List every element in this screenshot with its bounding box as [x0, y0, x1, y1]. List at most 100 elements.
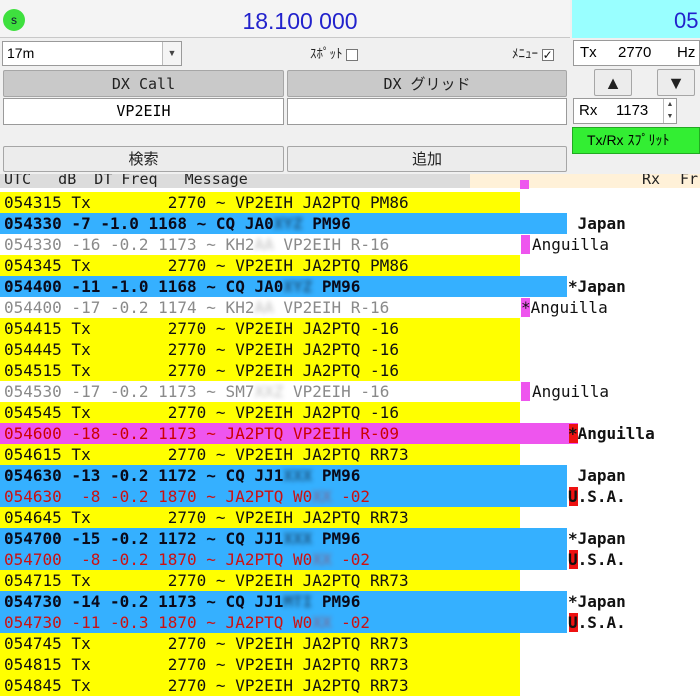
decode-row[interactable]: 054730 -14 -0.2 1173 ~ CQ JJ1MTI PM96	[0, 591, 567, 612]
add-button-label: 追加	[411, 151, 442, 168]
dx-grid-button-label: DX グリッド	[383, 75, 471, 93]
decode-row[interactable]: 054700 -15 -0.2 1172 ~ CQ JJ1XXX PM96	[0, 528, 567, 549]
tx-message-row[interactable]: 054545 Tx 2770 ~ VP2EIH JA2PTQ -16	[0, 402, 520, 423]
tx-label: Tx	[580, 44, 597, 61]
redacted-callsign: MTI	[283, 592, 313, 611]
country-marker	[521, 235, 530, 254]
spin-up-icon[interactable]: ▲	[664, 99, 676, 111]
row-text: 054400 -17 -0.2 1174 ~ KH2	[4, 298, 255, 317]
row-text: 054700 -15 -0.2 1172 ~ CQ JJ1	[4, 529, 284, 548]
decode-row[interactable]: 054400 -11 -1.0 1168 ~ CQ JA0XYZ PM96	[0, 276, 567, 297]
country-label: Anguilla	[532, 235, 610, 254]
search-button[interactable]: 検索	[3, 146, 284, 172]
tx-message-row[interactable]: 054345 Tx 2770 ~ VP2EIH JA2PTQ PM86	[0, 255, 520, 276]
menu-label: ﾒﾆｭｰ	[512, 46, 538, 61]
redacted-callsign: XYZ	[283, 277, 313, 296]
country-label: Japan	[568, 214, 626, 233]
tx-message-row[interactable]: 054715 Tx 2770 ~ VP2EIH JA2PTQ RR73	[0, 570, 520, 591]
down-button[interactable]: ▼	[657, 69, 695, 96]
row-text-suffix: VP2EIH R-16	[273, 298, 390, 317]
spot-checkbox[interactable]	[346, 48, 359, 61]
row-text: 054345 Tx 2770 ~ VP2EIH JA2PTQ PM86	[4, 256, 409, 275]
dx-call-input[interactable]: VP2EIH	[3, 98, 284, 125]
tx-message-row[interactable]: 054645 Tx 2770 ~ VP2EIH JA2PTQ RR73	[0, 507, 520, 528]
tx-message-row[interactable]: 054315 Tx 2770 ~ VP2EIH JA2PTQ PM86	[0, 192, 520, 213]
country-label: *Anguilla	[568, 424, 655, 443]
row-text: 054515 Tx 2770 ~ VP2EIH JA2PTQ -16	[4, 361, 399, 380]
rx-frequency-spinner[interactable]: Rx 1173 ▲ ▼	[573, 98, 677, 124]
rx-label: Rx	[579, 102, 598, 119]
tx-message-row[interactable]: 054615 Tx 2770 ~ VP2EIH JA2PTQ RR73	[0, 444, 520, 465]
column-fr-header: Fr	[680, 174, 699, 188]
decode-row[interactable]: 054630 -8 -0.2 1870 ~ JA2PTQ W0XX -02	[0, 486, 567, 507]
tx-value: 2770	[618, 44, 652, 61]
decode-row[interactable]: 054730 -11 -0.3 1870 ~ JA2PTQ W0XX -02	[0, 612, 567, 633]
decode-row[interactable]: 054530 -17 -0.2 1173 ~ SM7XXZ VP2EIH -16	[0, 381, 520, 402]
redacted-callsign: AA	[254, 235, 274, 254]
row-text: 054615 Tx 2770 ~ VP2EIH JA2PTQ RR73	[4, 445, 409, 464]
country-label: Anguilla	[532, 382, 610, 401]
decode-row[interactable]: 054700 -8 -0.2 1870 ~ JA2PTQ W0XX -02	[0, 549, 567, 570]
menu-checkbox[interactable]	[541, 46, 554, 64]
row-text: 054730 -11 -0.3 1870 ~ JA2PTQ W0	[4, 613, 313, 632]
decode-row[interactable]: 054600 -18 -0.2 1173 ~ JA2PTQ VP2EIH R-0…	[0, 423, 578, 444]
decode-row[interactable]: 054330 -16 -0.2 1173 ~ KH2AA VP2EIH R-16	[0, 234, 520, 255]
row-text: 054630 -13 -0.2 1172 ~ CQ JJ1	[4, 466, 284, 485]
tx-message-row[interactable]: 054845 Tx 2770 ~ VP2EIH JA2PTQ RR73	[0, 675, 520, 696]
tx-message-row[interactable]: 054445 Tx 2770 ~ VP2EIH JA2PTQ -16	[0, 339, 520, 360]
add-button[interactable]: 追加	[287, 146, 567, 172]
country-label: U.S.A.	[568, 613, 626, 632]
row-text: 054545 Tx 2770 ~ VP2EIH JA2PTQ -16	[4, 403, 399, 422]
redacted-callsign: XX	[312, 613, 332, 632]
dx-grid-button[interactable]: DX グリッド	[287, 70, 567, 97]
column-header-right: Rx Fr	[470, 174, 700, 188]
dx-call-button-label: DX Call	[111, 75, 176, 93]
band-select[interactable]: 17m ▼	[2, 41, 182, 66]
dial-frequency[interactable]: 18.100 000	[200, 6, 400, 36]
redacted-callsign: XYZ	[273, 214, 303, 233]
column-rx-header: Rx	[642, 174, 661, 188]
chevron-down-icon: ▼	[167, 48, 177, 58]
decode-row[interactable]: 054630 -13 -0.2 1172 ~ CQ JJ1XXX PM96	[0, 465, 567, 486]
row-text: 054700 -8 -0.2 1870 ~ JA2PTQ W0	[4, 550, 313, 569]
band-select-value: 17m	[7, 45, 35, 61]
redacted-callsign: XX	[312, 487, 332, 506]
dx-grid-input[interactable]	[287, 98, 567, 125]
spin-down-icon[interactable]: ▼	[664, 111, 676, 123]
spot-toggle[interactable]: ｽﾎﾟｯﾄ	[310, 45, 359, 63]
tx-message-row[interactable]: 054515 Tx 2770 ~ VP2EIH JA2PTQ -16	[0, 360, 520, 381]
redacted-callsign: AA	[254, 298, 274, 317]
menu-toggle[interactable]: ﾒﾆｭｰ	[512, 45, 554, 64]
row-text-suffix: -02	[331, 487, 371, 506]
redacted-callsign: XXX	[283, 529, 313, 548]
row-text-suffix: -02	[331, 613, 371, 632]
country-marker	[521, 382, 530, 401]
tx-frequency-field[interactable]: Tx 2770 Hz	[573, 40, 700, 66]
band-dropdown-button[interactable]: ▼	[162, 42, 181, 65]
row-text: 054645 Tx 2770 ~ VP2EIH JA2PTQ RR73	[4, 508, 409, 527]
tx-message-row[interactable]: 054815 Tx 2770 ~ VP2EIH JA2PTQ RR73	[0, 654, 520, 675]
row-text-suffix: PM96	[312, 592, 361, 611]
triangle-up-icon: ▲	[604, 73, 622, 93]
country-label: Japan	[568, 466, 626, 485]
header-magenta-marker	[520, 180, 529, 189]
country-label: U.S.A.	[568, 550, 626, 569]
row-text: 054445 Tx 2770 ~ VP2EIH JA2PTQ -16	[4, 340, 399, 359]
dx-call-button[interactable]: DX Call	[3, 70, 284, 97]
s-status-badge[interactable]: s	[3, 9, 25, 31]
decode-row[interactable]: 054330 -7 -1.0 1168 ~ CQ JA0XYZ PM96	[0, 213, 567, 234]
row-text: 054400 -11 -1.0 1168 ~ CQ JA0	[4, 277, 284, 296]
row-text-suffix: VP2EIH R-16	[273, 235, 390, 254]
tx-message-row[interactable]: 054745 Tx 2770 ~ VP2EIH JA2PTQ RR73	[0, 633, 520, 654]
row-text-suffix: PM96	[312, 529, 361, 548]
tx-message-row[interactable]: 054415 Tx 2770 ~ VP2EIH JA2PTQ -16	[0, 318, 520, 339]
tx-rx-split-button[interactable]: Tx/Rx ｽﾌﾟﾘｯﾄ	[572, 127, 700, 154]
redacted-callsign: XXZ	[254, 382, 284, 401]
redacted-callsign: XXX	[283, 466, 313, 485]
up-button[interactable]: ▲	[594, 69, 632, 96]
decode-row[interactable]: 054400 -17 -0.2 1174 ~ KH2AA VP2EIH R-16	[0, 297, 520, 318]
row-text: 054815 Tx 2770 ~ VP2EIH JA2PTQ RR73	[4, 655, 409, 674]
rx-spin-buttons[interactable]: ▲ ▼	[663, 99, 676, 123]
row-text: 054600 -18 -0.2 1173 ~ JA2PTQ VP2EIH R-0…	[4, 424, 399, 443]
spot-label: ｽﾎﾟｯﾄ	[310, 46, 343, 61]
